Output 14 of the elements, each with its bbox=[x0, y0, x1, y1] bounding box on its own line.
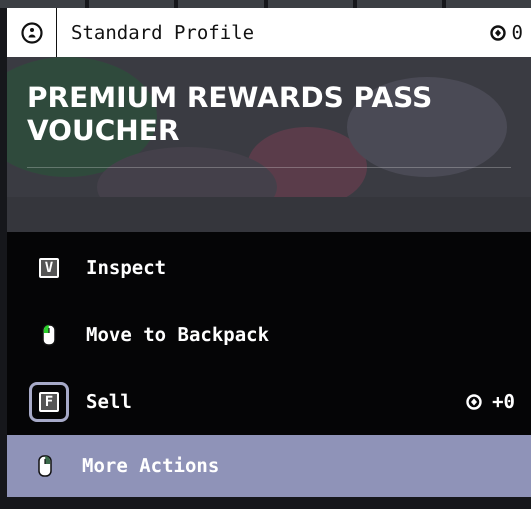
action-item[interactable]: V Inspect bbox=[7, 234, 531, 301]
sell-price: +0 bbox=[492, 390, 515, 412]
profile-icon bbox=[20, 22, 42, 44]
item-title: PREMIUM REWARDS PASS VOUCHER bbox=[27, 81, 434, 147]
currency-amount: 0 bbox=[512, 22, 523, 44]
mouse-icon bbox=[38, 455, 52, 477]
key-hint: F bbox=[39, 392, 59, 412]
currency-icon bbox=[466, 394, 482, 410]
key-hint: V bbox=[39, 258, 59, 278]
mouse-icon bbox=[42, 324, 56, 346]
currency-icon bbox=[490, 24, 506, 40]
action-item[interactable]: F Sell +0 bbox=[7, 368, 531, 435]
profile-name: Standard Profile bbox=[71, 22, 256, 44]
action-item[interactable]: Move to Backpack bbox=[7, 301, 531, 368]
